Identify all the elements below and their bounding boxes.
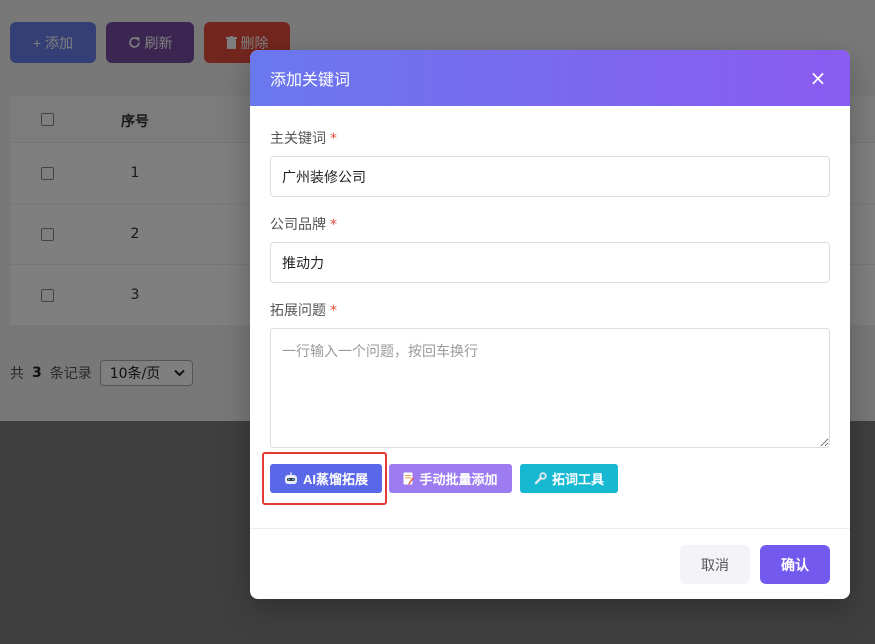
keyword-tool-label: 拓词工具 <box>551 472 604 487</box>
main-keyword-input[interactable] <box>270 156 830 197</box>
dialog-footer: 取消 确认 <box>250 528 850 599</box>
cancel-button[interactable]: 取消 <box>680 545 750 584</box>
dialog-header: 添加关键词 × <box>250 50 850 106</box>
robot-icon <box>284 472 297 484</box>
dialog-title: 添加关键词 <box>270 70 351 89</box>
required-marker: * <box>330 131 337 147</box>
ai-expand-button[interactable]: AI蒸馏拓展 <box>270 464 382 493</box>
brand-label: 公司品牌 * <box>270 214 337 234</box>
main-keyword-label: 主关键词 * <box>270 128 337 148</box>
required-marker: * <box>330 303 337 319</box>
manual-batch-add-button[interactable]: 手动批量添加 <box>389 464 512 493</box>
keyword-tool-button[interactable]: 拓词工具 <box>520 464 618 493</box>
required-marker: * <box>330 217 337 233</box>
close-icon[interactable]: × <box>806 66 830 90</box>
manual-batch-add-label: 手动批量添加 <box>419 472 498 487</box>
questions-label-text: 拓展问题 <box>270 303 326 319</box>
add-keyword-dialog: 添加关键词 × 主关键词* 公司品牌* 拓展问题* AI蒸馏拓展 手动批量添加 … <box>250 50 850 599</box>
main-keyword-label-text: 主关键词 <box>270 131 326 147</box>
brand-input[interactable] <box>270 242 830 283</box>
questions-label: 拓展问题 * <box>270 300 337 320</box>
memo-icon <box>403 472 415 485</box>
wrench-icon <box>534 472 547 485</box>
questions-textarea[interactable] <box>270 328 830 448</box>
brand-label-text: 公司品牌 <box>270 217 326 233</box>
confirm-button[interactable]: 确认 <box>760 545 830 584</box>
ai-expand-label: AI蒸馏拓展 <box>302 472 368 487</box>
